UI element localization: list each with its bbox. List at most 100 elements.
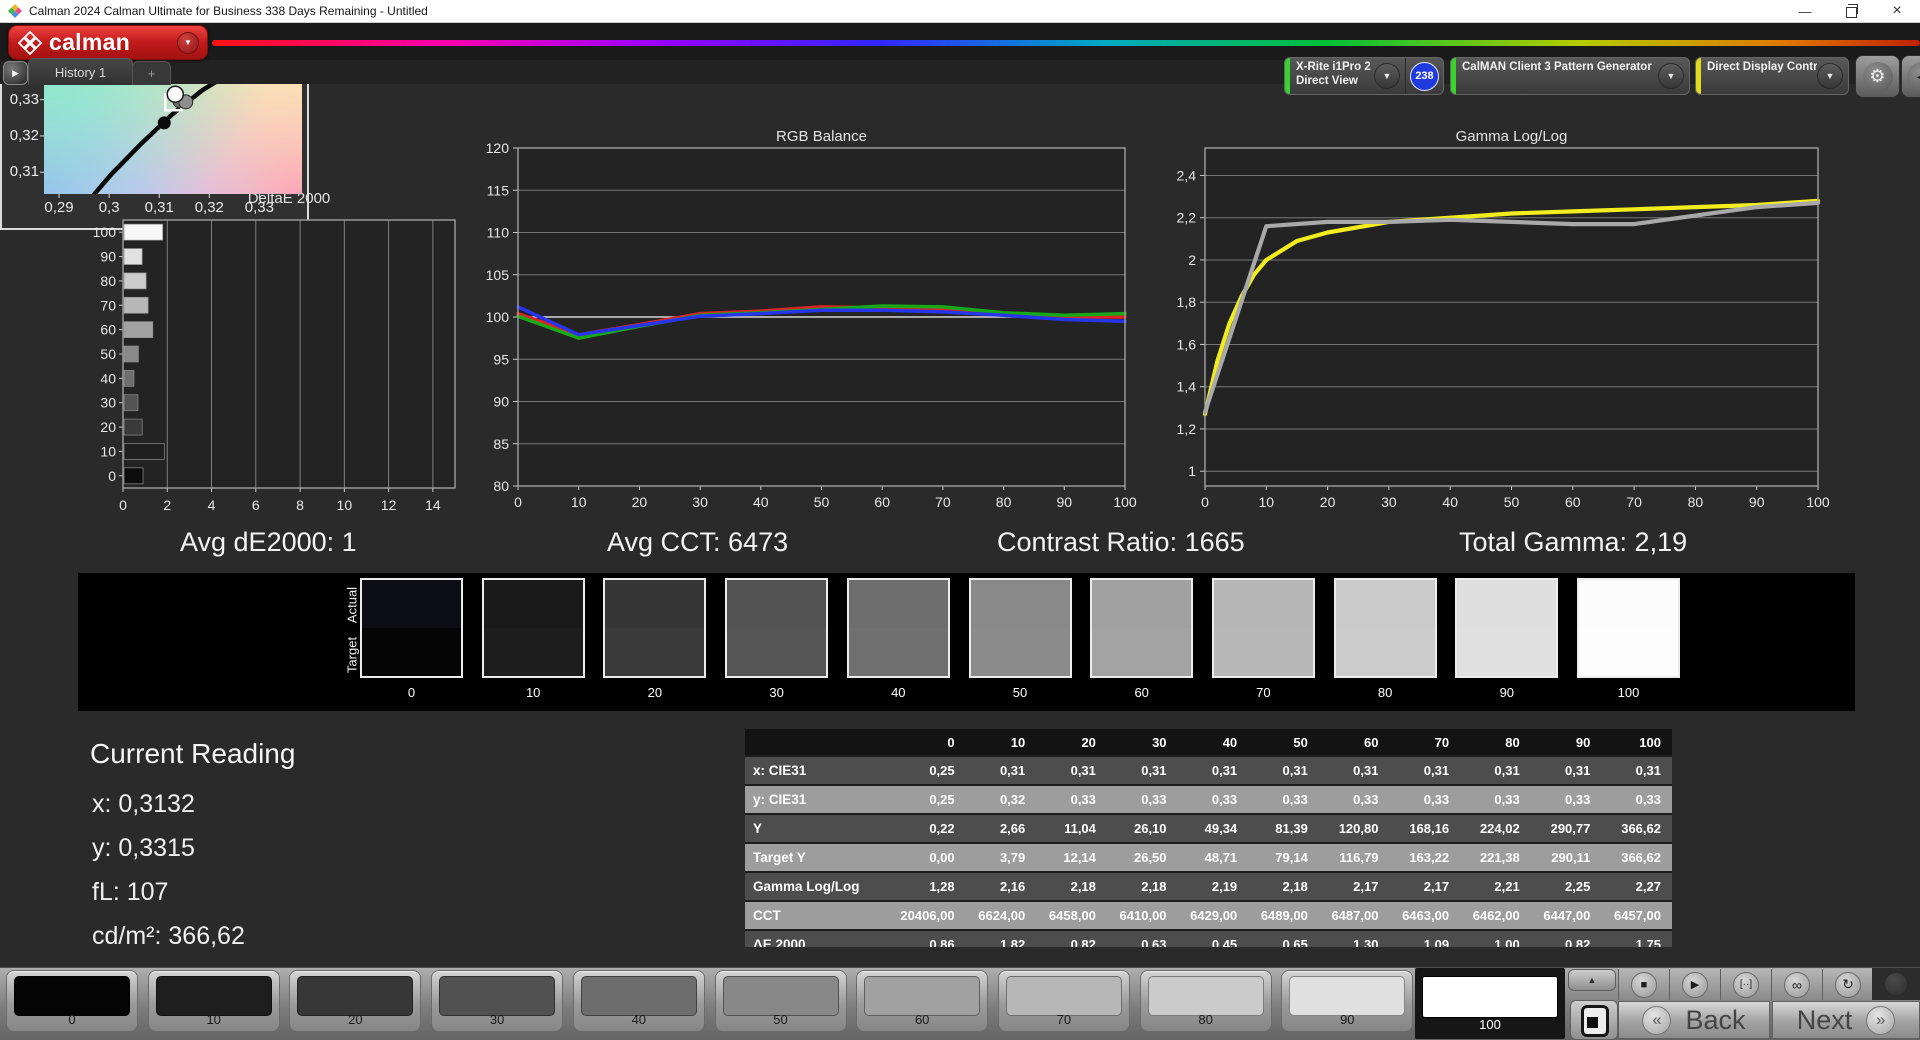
tab-history-1[interactable]: History 1 [28, 58, 133, 85]
meter-name: X-Rite i1Pro 2 [1296, 61, 1371, 73]
logo-dropdown-icon[interactable]: ▼ [177, 31, 199, 54]
cie-x-tick: 0,32 [194, 199, 224, 216]
collapse-panel-button[interactable]: ◀ [1901, 55, 1920, 98]
actual-label: Actual [344, 586, 360, 624]
pattern-level-button-10[interactable]: 10 [147, 970, 280, 1032]
svg-text:80: 80 [996, 494, 1012, 510]
table-column-header: 30 [1152, 734, 1167, 750]
table-cell: 2,18 [1070, 879, 1096, 894]
rgb-balance-chart: RGB Balance 80 85 90 95 100 105 110 115 120 0 10 20… [430, 126, 1145, 526]
grayscale-swatch-60 [1090, 578, 1194, 678]
svg-text:8: 8 [296, 497, 304, 513]
play-button[interactable]: ▶ [1669, 969, 1720, 1000]
svg-text:100: 100 [1113, 494, 1137, 510]
table-cell: 1,09 [1423, 937, 1450, 947]
status-led [1885, 973, 1907, 995]
svg-text:30: 30 [1381, 494, 1397, 510]
chevron-down-icon[interactable]: ▼ [1817, 63, 1843, 89]
next-button[interactable]: Next » [1772, 1001, 1920, 1039]
window-controls: — × [1782, 0, 1920, 22]
table-cell: 48,71 [1204, 850, 1238, 865]
table-cell: 0,33 [1070, 792, 1096, 807]
restore-icon[interactable] [1828, 0, 1874, 22]
svg-text:0: 0 [514, 494, 522, 510]
meter-labels: X-Rite i1Pro 2 Direct View [1290, 58, 1374, 94]
table-cell: 6410,00 [1119, 908, 1167, 923]
pattern-level-button-80[interactable]: 80 [1139, 970, 1272, 1032]
cie-x-tick: 0,29 [44, 199, 74, 216]
workflow-nav-icon[interactable]: ▶ [3, 61, 28, 85]
pattern-level-button-100[interactable]: 100 [1415, 968, 1565, 1039]
stat-total-gamma: Total Gamma: 2,19 [1459, 527, 1688, 557]
table-cell: 0,63 [1141, 937, 1167, 947]
continuous-read-button[interactable]: ∞ [1771, 969, 1822, 1000]
minimize-icon[interactable]: — [1782, 0, 1828, 22]
svg-text:110: 110 [487, 225, 510, 241]
source-labels: CalMAN Client 3 Pattern Generator [1456, 58, 1658, 94]
svg-text:100: 100 [486, 309, 510, 325]
table-cell: 6487,00 [1331, 908, 1379, 923]
deltae-2000-chart: DeltaE 2000 0 2 4 6 8 10 12 14 0 10 20 30 40 50 60 70 80… [85, 188, 470, 528]
pattern-level-label: 40 [631, 1012, 647, 1027]
table-cell: 0,31 [1141, 763, 1167, 778]
pattern-swatch [1147, 976, 1264, 1016]
meter-dropdown[interactable]: X-Rite i1Pro 2 Direct View ▼ 238 [1284, 57, 1444, 95]
table-row: ΔE 2000 0,86 1,82 0,82 0,63 0,45 0,65 1,30 1,09 1… [745, 929, 1672, 947]
table-cell: 0,25 [929, 763, 955, 778]
display-control-dropdown[interactable]: Direct Display Control ▼ [1695, 57, 1849, 95]
svg-text:60: 60 [874, 494, 890, 510]
swatch-label: 0 [407, 685, 416, 700]
svg-text:6: 6 [252, 497, 260, 513]
status-indicator-well [1872, 968, 1920, 1000]
cie-x-tick: 0,3 [98, 199, 120, 216]
table-cell: 0,31 [1423, 763, 1450, 778]
pattern-level-label: 70 [1056, 1012, 1072, 1027]
row-label: Y [753, 821, 763, 836]
meter-count-badge[interactable]: 238 [1410, 61, 1439, 91]
pattern-level-button-90[interactable]: 90 [1281, 970, 1414, 1032]
table-column-header: 40 [1222, 734, 1238, 750]
grayscale-swatch-20 [603, 578, 707, 678]
cie-y-tick: 0,32 [9, 126, 39, 144]
expand-up-button[interactable]: ▲ [1568, 969, 1616, 991]
svg-text:50: 50 [1504, 494, 1520, 510]
stat-avg-de2000: Avg dE2000: 1 [180, 527, 357, 557]
table-cell: 26,10 [1133, 821, 1167, 836]
swatch-label: 80 [1377, 685, 1393, 700]
table-cell: 6489,00 [1260, 908, 1308, 923]
table-column-header: 10 [1010, 734, 1026, 750]
pattern-level-button-30[interactable]: 30 [431, 970, 564, 1032]
table-cell: 11,04 [1064, 821, 1096, 836]
pattern-level-button-50[interactable]: 50 [714, 970, 847, 1032]
svg-text:0: 0 [119, 497, 127, 513]
pattern-level-button-0[interactable]: 0 [6, 970, 138, 1032]
interval-button[interactable]: [··] [1720, 969, 1771, 1000]
pattern-level-label: 0 [68, 1012, 76, 1027]
current-reading-fl: fL: 107 [92, 878, 169, 906]
pattern-level-button-60[interactable]: 60 [856, 970, 989, 1032]
table-cell: 163,22 [1409, 850, 1450, 865]
pattern-level-button-40[interactable]: 40 [572, 970, 705, 1032]
back-button[interactable]: « Back [1618, 1001, 1770, 1039]
calman-menu-button[interactable]: calman ▼ [8, 25, 208, 60]
chevron-down-icon[interactable]: ▼ [1658, 63, 1684, 89]
table-cell: 0,31 [1070, 763, 1096, 778]
chevron-down-icon[interactable]: ▼ [1374, 63, 1400, 89]
table-column-header: 20 [1081, 734, 1096, 750]
grayscale-swatch-40 [846, 578, 950, 678]
table-cell: 116,79 [1339, 850, 1379, 865]
table-cell: 0,82 [1070, 937, 1096, 947]
stop-button[interactable]: ■ [1618, 969, 1669, 1000]
refresh-button[interactable]: ↻ [1822, 969, 1873, 1000]
add-tab-button[interactable]: + [132, 61, 171, 85]
pattern-window-button[interactable] [1570, 1000, 1618, 1040]
pattern-level-button-70[interactable]: 70 [997, 970, 1130, 1032]
svg-text:30: 30 [692, 494, 708, 510]
settings-button[interactable]: ⚙ [1855, 55, 1900, 98]
table-cell: 2,18 [1141, 879, 1167, 894]
close-icon[interactable]: × [1874, 0, 1920, 22]
pattern-generator-dropdown[interactable]: CalMAN Client 3 Pattern Generator ▼ [1450, 57, 1690, 95]
swatch-label: 10 [525, 685, 541, 700]
play-icon: ▶ [1682, 971, 1708, 998]
pattern-level-button-20[interactable]: 20 [289, 970, 422, 1032]
